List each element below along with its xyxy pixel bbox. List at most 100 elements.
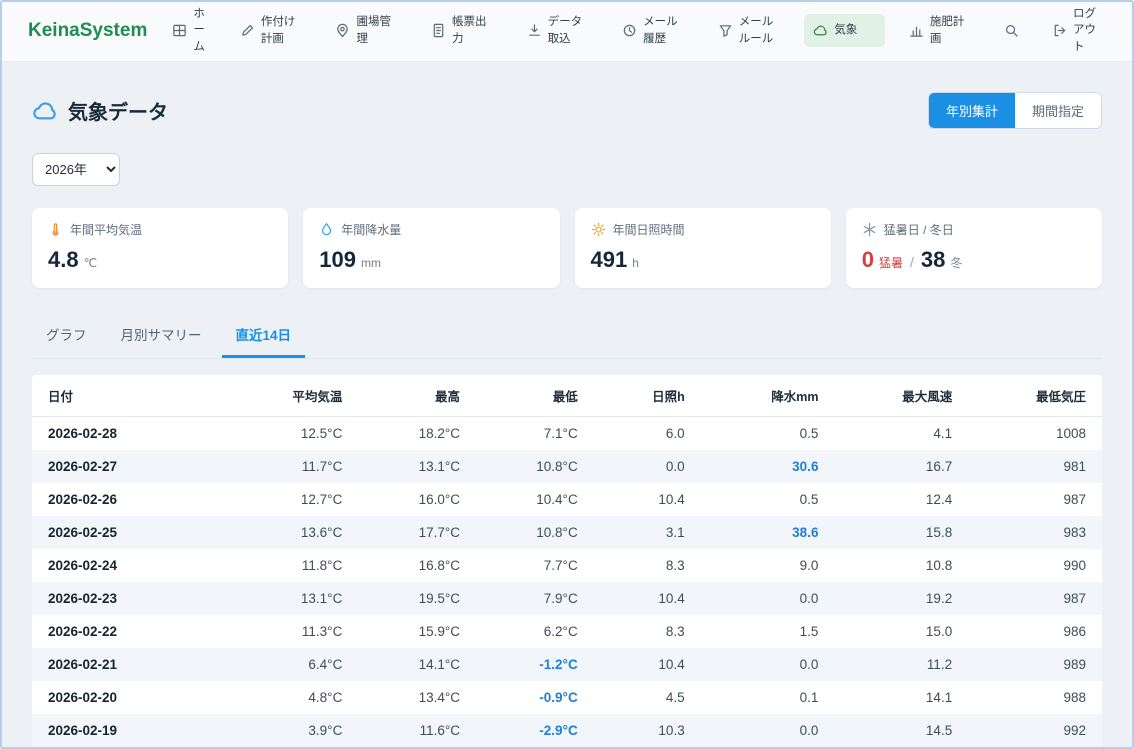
tab-monthly-summary[interactable]: 月別サマリー — [107, 314, 216, 358]
winter-days-label: 冬 — [950, 254, 962, 271]
value-cell: -2.9°C — [476, 714, 594, 747]
rainfall-unit: mm — [361, 256, 381, 270]
funnel-icon — [718, 23, 733, 38]
value-cell: 987 — [968, 483, 1102, 516]
table-row: 2026-02-216.4°C14.1°C-1.2°C10.40.011.298… — [32, 648, 1102, 681]
aggregation-toggle: 年別集計 期間指定 — [928, 92, 1102, 129]
value-cell: 1008 — [968, 417, 1102, 451]
value-cell: 10.4 — [594, 582, 701, 615]
search-icon — [1004, 23, 1019, 38]
nav-item-label: データ取込 — [548, 14, 590, 47]
column-header: 最低 — [476, 375, 594, 417]
value-cell: 9.0 — [701, 549, 835, 582]
nav-item-logout[interactable]: ログアウト — [1043, 0, 1110, 64]
main-content: 気象データ 年別集計 期間指定 2026年 年間平均気温 4.8 ℃ 年間降水量 — [0, 92, 1134, 747]
stat-card-label: 年間平均気温 — [70, 221, 142, 238]
value-cell: 16.7 — [834, 450, 968, 483]
nav-item-label: ログアウト — [1073, 6, 1101, 56]
snowflake-icon — [862, 222, 877, 237]
sunshine-value: 491 — [591, 247, 628, 273]
value-cell: 13.6°C — [241, 516, 359, 549]
tab-graph[interactable]: グラフ — [32, 314, 101, 358]
nav-item-label: ホーム — [193, 6, 207, 56]
date-cell: 2026-02-19 — [32, 714, 241, 747]
thermometer-icon — [48, 222, 63, 237]
value-cell: 15.9°C — [358, 615, 476, 648]
nav-item-weather[interactable]: 気象 — [804, 14, 885, 47]
nav-item-label: 施肥計画 — [930, 14, 972, 47]
value-cell: 10.4°C — [476, 483, 594, 516]
value-cell: 13.1°C — [358, 450, 476, 483]
top-navbar: KeinaSystem ホーム 作付け計画圃場管理帳票出力 データ取込 メール履歴メー… — [0, 0, 1134, 62]
nav-item-label: メール履歴 — [643, 14, 685, 47]
value-cell: 30.6 — [701, 450, 835, 483]
date-cell: 2026-02-20 — [32, 681, 241, 714]
value-cell: 11.2 — [834, 648, 968, 681]
value-cell: 983 — [968, 516, 1102, 549]
value-cell: 10.8 — [834, 549, 968, 582]
nav-item-mail-rules[interactable]: メールルール — [709, 6, 790, 55]
yearly-summary-button[interactable]: 年別集計 — [929, 93, 1015, 128]
page-title: 気象データ — [68, 96, 168, 125]
tab-recent-14-days[interactable]: 直近14日 — [222, 314, 306, 358]
avg-temp-value: 4.8 — [48, 247, 79, 273]
value-cell: 16.8°C — [358, 549, 476, 582]
column-header: 日付 — [32, 375, 241, 417]
value-cell: 6.4°C — [241, 648, 359, 681]
value-cell: 15.0 — [834, 615, 968, 648]
value-cell: 0.0 — [701, 582, 835, 615]
winter-days-value: 38 — [921, 247, 945, 273]
value-cell: 992 — [968, 714, 1102, 747]
value-cell: 4.5 — [594, 681, 701, 714]
value-cell: 981 — [968, 450, 1102, 483]
pencil-icon — [240, 23, 255, 38]
separator: / — [910, 254, 914, 270]
nav-item-search[interactable] — [995, 15, 1028, 46]
value-cell: 0.0 — [701, 714, 835, 747]
value-cell: 14.1°C — [358, 648, 476, 681]
nav-item-field-management[interactable]: 圃場管理 — [326, 6, 407, 55]
value-cell: 7.9°C — [476, 582, 594, 615]
page-header: 気象データ 年別集計 期間指定 — [32, 92, 1102, 129]
column-header: 最大風速 — [834, 375, 968, 417]
value-cell: 8.3 — [594, 549, 701, 582]
logout-icon — [1052, 23, 1067, 38]
hot-days-value: 0 — [862, 247, 874, 273]
recent-days-table: 日付平均気温最高最低日照h降水mm最大風速最低気圧 2026-02-2812.5… — [32, 375, 1102, 747]
nav-item-fertilizer-plan[interactable]: 施肥計画 — [900, 6, 981, 55]
sun-icon — [591, 222, 606, 237]
stat-card-label: 年間日照時間 — [613, 221, 685, 238]
value-cell: 11.6°C — [358, 714, 476, 747]
date-cell: 2026-02-28 — [32, 417, 241, 451]
nav-item-planting-plan[interactable]: 作付け計画 — [231, 6, 312, 55]
droplet-icon — [319, 222, 334, 237]
view-tabs: グラフ月別サマリー直近14日 — [32, 314, 1102, 359]
chart-icon — [909, 23, 924, 38]
value-cell: 987 — [968, 582, 1102, 615]
document-icon — [431, 23, 446, 38]
value-cell: 11.8°C — [241, 549, 359, 582]
cloud-icon — [32, 98, 58, 124]
value-cell: 1.5 — [701, 615, 835, 648]
value-cell: 3.9°C — [241, 714, 359, 747]
nav-item-data-import[interactable]: データ取込 — [518, 6, 599, 55]
value-cell: 10.3 — [594, 714, 701, 747]
date-cell: 2026-02-23 — [32, 582, 241, 615]
nav-item-home[interactable]: ホーム — [163, 0, 216, 64]
value-cell: 0.5 — [701, 483, 835, 516]
period-select-button[interactable]: 期間指定 — [1015, 93, 1101, 128]
table-row: 2026-02-2513.6°C17.7°C10.8°C3.138.615.89… — [32, 516, 1102, 549]
nav-item-mail-history[interactable]: メール履歴 — [613, 6, 694, 55]
value-cell: 8.3 — [594, 615, 701, 648]
stat-card-label: 猛暑日 / 冬日 — [884, 221, 954, 238]
value-cell: 6.2°C — [476, 615, 594, 648]
table-row: 2026-02-2812.5°C18.2°C7.1°C6.00.54.11008 — [32, 417, 1102, 451]
nav-item-report-output[interactable]: 帳票出力 — [422, 6, 503, 55]
year-select[interactable]: 2026年 — [32, 153, 120, 186]
brand-logo[interactable]: KeinaSystem — [28, 20, 147, 42]
value-cell: 10.8°C — [476, 450, 594, 483]
stat-card-avg-temp: 年間平均気温 4.8 ℃ — [32, 208, 288, 288]
value-cell: 11.3°C — [241, 615, 359, 648]
value-cell: 6.0 — [594, 417, 701, 451]
sunshine-unit: h — [632, 256, 639, 270]
